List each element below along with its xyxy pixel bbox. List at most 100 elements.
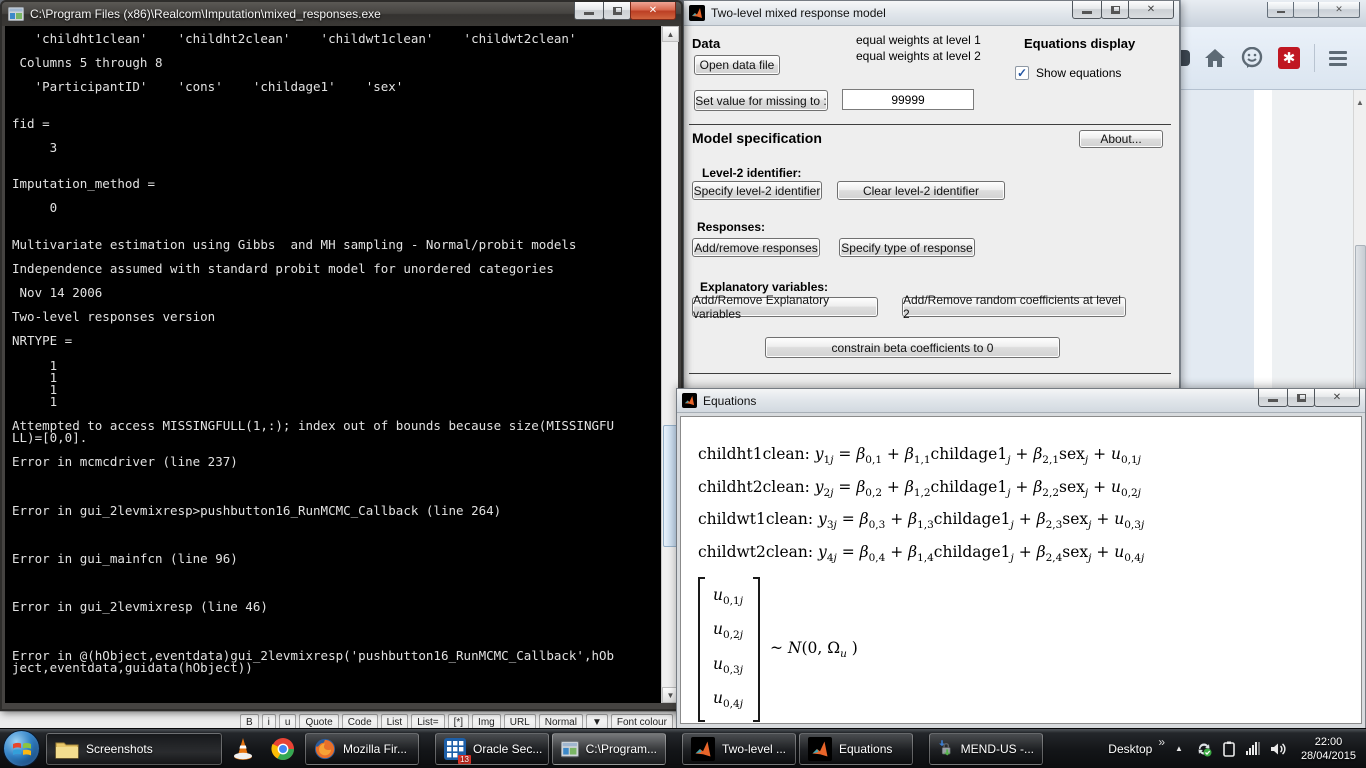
toolbar-separator (1314, 44, 1315, 72)
editor-button-normal[interactable]: Normal (539, 714, 583, 728)
browser-close-button[interactable]: ✕ (1318, 2, 1360, 18)
desktop-toolbar-label[interactable]: Desktop (1108, 742, 1152, 756)
editor-button-img[interactable]: Img (472, 714, 501, 728)
browser-toolbar: ✱ (1181, 27, 1366, 90)
editor-button-url[interactable]: URL (504, 714, 536, 728)
taskbar-item-oracle[interactable]: 13 Oracle Sec... (435, 733, 549, 765)
browser-minimize-button[interactable] (1267, 2, 1294, 18)
equation-line: childwt2clean: y4j = β0,4 + β1,4childage… (698, 539, 1361, 572)
console-restore-button[interactable] (603, 2, 631, 20)
add-random-coeff-button[interactable]: Add/Remove random coefficients at level … (902, 297, 1126, 317)
matlab-icon (808, 737, 832, 761)
partial-toolbar-icon (1181, 50, 1190, 66)
start-button[interactable] (3, 730, 40, 767)
section-divider (689, 124, 1171, 125)
browser-titlebar[interactable]: ✕ (1181, 0, 1366, 27)
console-minimize-button[interactable] (574, 2, 604, 20)
matlab-icon (689, 5, 705, 21)
specify-response-type-button[interactable]: Specify type of response (839, 238, 975, 257)
editor-button-u[interactable]: u (279, 714, 297, 728)
firefox-icon (314, 738, 336, 760)
volume-icon[interactable] (1270, 741, 1288, 757)
console-output: 'childht1clean' 'childht2clean' 'childwt… (5, 26, 661, 703)
equations-minimize-button[interactable] (1258, 389, 1288, 407)
taskbar-item-firefox[interactable]: Mozilla Fir... (305, 733, 419, 765)
editor-button-i[interactable]: i (262, 714, 276, 728)
taskbar-item-console[interactable]: C:\Program... (552, 733, 666, 765)
network-icon[interactable] (1246, 742, 1260, 755)
vector-entry: u0,4j (713, 684, 743, 718)
editor-button-sym[interactable]: ▼ (586, 714, 608, 728)
editor-button-list[interactable]: List (381, 714, 409, 728)
matlab-icon (682, 393, 697, 408)
model-dialog-window: Two-level mixed response model ✕ Data eq… (683, 0, 1180, 389)
editor-button-b[interactable]: B (240, 714, 259, 728)
show-equations-label: Show equations (1036, 66, 1121, 80)
console-title: C:\Program Files (x86)\Realcom\Imputatio… (30, 7, 381, 21)
chrome-icon (271, 737, 295, 761)
home-icon[interactable] (1204, 48, 1226, 68)
windows-flag-icon (12, 739, 32, 759)
taskbar-item-chrome[interactable] (264, 733, 302, 765)
data-section-heading: Data (692, 36, 720, 51)
console-window: C:\Program Files (x86)\Realcom\Imputatio… (0, 0, 683, 711)
editor-button-sym[interactable]: [*] (448, 714, 469, 728)
clock-date: 28/04/2015 (1301, 749, 1356, 763)
sync-status-icon[interactable] (1196, 741, 1212, 757)
feedback-smiley-icon[interactable] (1240, 47, 1264, 69)
equations-titlebar[interactable]: Equations ✕ (677, 389, 1365, 413)
taskbar-item-screenshots[interactable]: Screenshots (46, 733, 222, 765)
lastpass-icon[interactable]: ✱ (1278, 47, 1300, 69)
taskbar-clock[interactable]: 22:00 28/04/2015 (1301, 735, 1356, 763)
add-remove-responses-button[interactable]: Add/remove responses (692, 238, 820, 257)
equations-close-button[interactable]: ✕ (1314, 389, 1360, 407)
clock-time: 22:00 (1301, 735, 1356, 749)
editor-button-code[interactable]: Code (342, 714, 378, 728)
equations-maximize-button[interactable] (1287, 389, 1315, 407)
system-tray: Desktop » ▲ (1080, 735, 1366, 763)
model-dialog-titlebar[interactable]: Two-level mixed response model ✕ (684, 1, 1179, 26)
matlab-icon (691, 737, 715, 761)
menu-icon[interactable] (1329, 51, 1347, 66)
taskbar-item-matlab-equations[interactable]: Equations (799, 733, 913, 765)
equations-title: Equations (703, 394, 756, 408)
console-titlebar[interactable]: C:\Program Files (x86)\Realcom\Imputatio… (2, 2, 681, 26)
model-dialog-title: Two-level mixed response model (711, 6, 886, 20)
editor-button-quote[interactable]: Quote (299, 714, 338, 728)
missing-value-input[interactable] (842, 89, 974, 110)
taskbar-item-vlc[interactable] (225, 733, 261, 765)
dialog-minimize-button[interactable] (1072, 1, 1102, 19)
scroll-up-icon[interactable]: ▲ (1356, 98, 1364, 107)
random-effects-vector: u0,1ju0,2ju0,3ju0,4j ~ N(0, Ωu ) (698, 577, 1361, 721)
show-hidden-icons-button[interactable]: ▲ (1175, 744, 1183, 753)
set-missing-value-button[interactable]: Set value for missing to : (694, 90, 828, 111)
folder-icon (55, 739, 79, 759)
scroll-up-icon[interactable]: ▲ (662, 26, 679, 42)
model-dialog-content: Data equal weights at level 1 equal weig… (684, 26, 1179, 388)
equation-line: childht2clean: y2j = β0,2 + β1,2childage… (698, 474, 1361, 507)
vector-entry: u0,3j (713, 650, 743, 684)
about-button[interactable]: About... (1079, 130, 1163, 148)
device-tray-icon[interactable] (1222, 741, 1236, 757)
open-data-file-button[interactable]: Open data file (694, 55, 780, 75)
taskbar-item-mendus[interactable]: MEND-US -... (929, 733, 1043, 765)
constrain-beta-button[interactable]: constrain beta coefficients to 0 (765, 337, 1060, 358)
toolbar-chevron[interactable]: » (1158, 735, 1165, 749)
editor-button-list[interactable]: List= (411, 714, 444, 728)
browser-maximize-button[interactable] (1293, 2, 1319, 18)
add-explanatory-button[interactable]: Add/Remove Explanatory variables (692, 297, 878, 317)
show-equations-checkbox[interactable]: ✓ (1015, 66, 1029, 80)
console-close-button[interactable]: ✕ (630, 2, 676, 20)
vlc-icon (232, 737, 254, 761)
browser-scroll-thumb[interactable] (1355, 245, 1366, 405)
taskbar-item-matlab-model[interactable]: Two-level ... (682, 733, 796, 765)
specify-level2-button[interactable]: Specify level-2 identifier (692, 181, 822, 200)
model-specification-heading: Model specification (692, 130, 822, 146)
vector-entries: u0,1ju0,2ju0,3ju0,4j (705, 577, 753, 721)
dialog-maximize-button[interactable] (1101, 1, 1129, 19)
editor-button-fontcolour[interactable]: Font colour (611, 714, 673, 728)
clear-level2-button[interactable]: Clear level-2 identifier (837, 181, 1005, 200)
explanatory-variables-label: Explanatory variables: (700, 280, 828, 294)
console-body: 'childht1clean' 'childht2clean' 'childwt… (5, 26, 678, 703)
dialog-close-button[interactable]: ✕ (1128, 1, 1174, 19)
